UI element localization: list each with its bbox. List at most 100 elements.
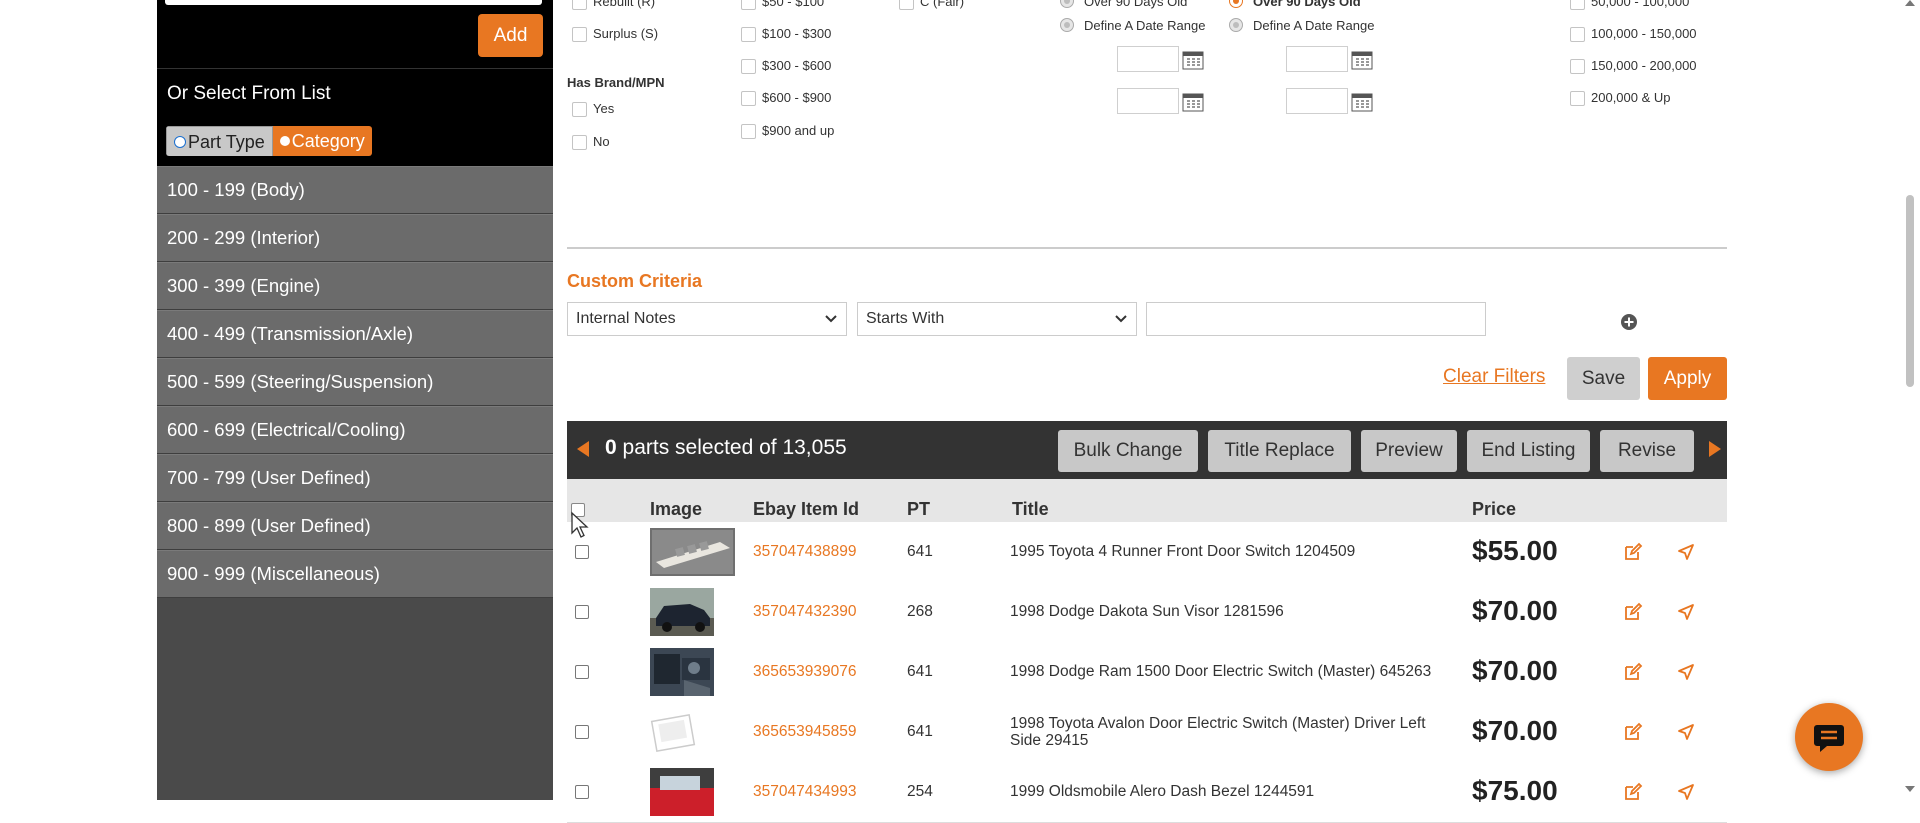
part-thumbnail[interactable]: [650, 588, 735, 636]
criteria-value-input[interactable]: [1146, 302, 1486, 336]
prev-arrow-icon[interactable]: [577, 441, 589, 457]
part-thumbnail[interactable]: [650, 528, 735, 576]
part-thumbnail[interactable]: [650, 708, 735, 756]
title-replace-button[interactable]: Title Replace: [1208, 430, 1351, 472]
mileage-checkbox[interactable]: [1570, 59, 1585, 74]
col-title[interactable]: Title: [1012, 499, 1049, 520]
select-all-checkbox[interactable]: [571, 503, 585, 517]
category-item[interactable]: 200 - 299 (Interior): [157, 214, 553, 262]
condition-surplus-checkbox[interactable]: [572, 27, 587, 42]
calendar-icon[interactable]: [1351, 92, 1373, 112]
scroll-up-arrow-icon[interactable]: [1905, 0, 1915, 6]
age1-end-date-input[interactable]: [1117, 88, 1179, 114]
criteria-operator-select[interactable]: Starts With: [857, 302, 1137, 336]
price-checkbox[interactable]: [741, 91, 756, 106]
age2-range-label: Define A Date Range: [1253, 18, 1375, 33]
clear-filters-link[interactable]: Clear Filters: [1443, 366, 1545, 388]
part-price: $70.00: [1472, 595, 1558, 626]
col-pt[interactable]: PT: [907, 499, 930, 520]
add-criteria-plus-icon[interactable]: [1620, 313, 1638, 331]
row-checkbox[interactable]: [575, 725, 589, 739]
send-icon[interactable]: [1676, 662, 1696, 682]
add-button[interactable]: Add: [478, 14, 543, 57]
category-item[interactable]: 700 - 799 (User Defined): [157, 454, 553, 502]
col-item-id[interactable]: Ebay Item Id: [753, 499, 859, 520]
age1-over-radio[interactable]: [1060, 0, 1074, 8]
mileage-checkbox[interactable]: [1570, 27, 1585, 42]
category-item[interactable]: 800 - 899 (User Defined): [157, 502, 553, 550]
edit-icon[interactable]: [1623, 602, 1643, 622]
condition-surplus-label: Surplus (S): [593, 26, 659, 41]
table-row: 357047438899 641 1995 Toyota 4 Runner Fr…: [567, 522, 1727, 583]
page-scrollbar[interactable]: [1900, 0, 1920, 800]
table-row: 365653939076 641 1998 Dodge Ram 1500 Doo…: [567, 642, 1727, 703]
price-checkbox[interactable]: [741, 0, 756, 10]
category-item[interactable]: 900 - 999 (Miscellaneous): [157, 550, 553, 598]
toggle-part-type[interactable]: Part Type: [166, 126, 273, 156]
criteria-field-select[interactable]: Internal Notes: [567, 302, 847, 336]
mileage-checkbox[interactable]: [1570, 91, 1585, 106]
toggle-category[interactable]: Category: [272, 126, 372, 156]
scroll-down-arrow-icon[interactable]: [1905, 786, 1915, 792]
ebay-item-id-link[interactable]: 357047432390: [753, 603, 856, 621]
toggle-category-label: Category: [291, 130, 365, 151]
part-thumbnail[interactable]: [650, 768, 735, 816]
age2-over-radio[interactable]: [1229, 0, 1243, 8]
revise-button[interactable]: Revise: [1600, 430, 1694, 472]
age2-range-radio[interactable]: [1229, 18, 1243, 32]
category-item[interactable]: 300 - 399 (Engine): [157, 262, 553, 310]
table-row: 357047434993 254 1999 Oldsmobile Alero D…: [567, 762, 1727, 823]
selected-count: 0: [605, 436, 617, 459]
scroll-thumb[interactable]: [1906, 195, 1914, 387]
ebay-item-id-link[interactable]: 365653945859: [753, 723, 856, 741]
edit-icon[interactable]: [1623, 722, 1643, 742]
list-type-toggle: Part Type Category: [166, 126, 372, 156]
apply-button[interactable]: Apply: [1648, 357, 1727, 400]
edit-icon[interactable]: [1623, 782, 1643, 802]
price-checkbox[interactable]: [741, 124, 756, 139]
col-price[interactable]: Price: [1472, 499, 1516, 520]
select-from-list-label: Or Select From List: [167, 83, 331, 104]
category-item[interactable]: 100 - 199 (Body): [157, 166, 553, 214]
calendar-icon[interactable]: [1182, 92, 1204, 112]
part-thumbnail[interactable]: [650, 648, 735, 696]
row-checkbox[interactable]: [575, 665, 589, 679]
row-checkbox[interactable]: [575, 785, 589, 799]
ebay-item-id-link[interactable]: 357047434993: [753, 783, 856, 801]
condition-rebuilt-checkbox[interactable]: [572, 0, 587, 10]
calendar-icon[interactable]: [1351, 50, 1373, 70]
grade-fair-label: C (Fair): [920, 0, 965, 9]
end-listing-button[interactable]: End Listing: [1467, 430, 1590, 472]
send-icon[interactable]: [1676, 602, 1696, 622]
category-item[interactable]: 600 - 699 (Electrical/Cooling): [157, 406, 553, 454]
row-checkbox[interactable]: [575, 545, 589, 559]
grade-fair-checkbox[interactable]: [899, 0, 914, 10]
next-arrow-icon[interactable]: [1709, 441, 1721, 457]
send-icon[interactable]: [1676, 722, 1696, 742]
send-icon[interactable]: [1676, 542, 1696, 562]
mileage-checkbox[interactable]: [1570, 0, 1585, 10]
preview-button[interactable]: Preview: [1361, 430, 1457, 472]
price-checkbox[interactable]: [741, 59, 756, 74]
age1-range-radio[interactable]: [1060, 18, 1074, 32]
has-brand-no-checkbox[interactable]: [572, 135, 587, 150]
age1-start-date-input[interactable]: [1117, 46, 1179, 72]
category-item[interactable]: 500 - 599 (Steering/Suspension): [157, 358, 553, 406]
calendar-icon[interactable]: [1182, 50, 1204, 70]
chat-button[interactable]: [1795, 703, 1863, 771]
part-input[interactable]: [165, 0, 542, 5]
send-icon[interactable]: [1676, 782, 1696, 802]
mileage-label: 100,000 - 150,000: [1591, 26, 1697, 41]
edit-icon[interactable]: [1623, 662, 1643, 682]
edit-icon[interactable]: [1623, 542, 1643, 562]
has-brand-yes-checkbox[interactable]: [572, 102, 587, 117]
row-checkbox[interactable]: [575, 605, 589, 619]
bulk-change-button[interactable]: Bulk Change: [1058, 430, 1198, 472]
category-item[interactable]: 400 - 499 (Transmission/Axle): [157, 310, 553, 358]
ebay-item-id-link[interactable]: 357047438899: [753, 543, 856, 561]
price-checkbox[interactable]: [741, 27, 756, 42]
save-button[interactable]: Save: [1567, 357, 1640, 400]
age2-end-date-input[interactable]: [1286, 88, 1348, 114]
ebay-item-id-link[interactable]: 365653939076: [753, 663, 856, 681]
age2-start-date-input[interactable]: [1286, 46, 1348, 72]
